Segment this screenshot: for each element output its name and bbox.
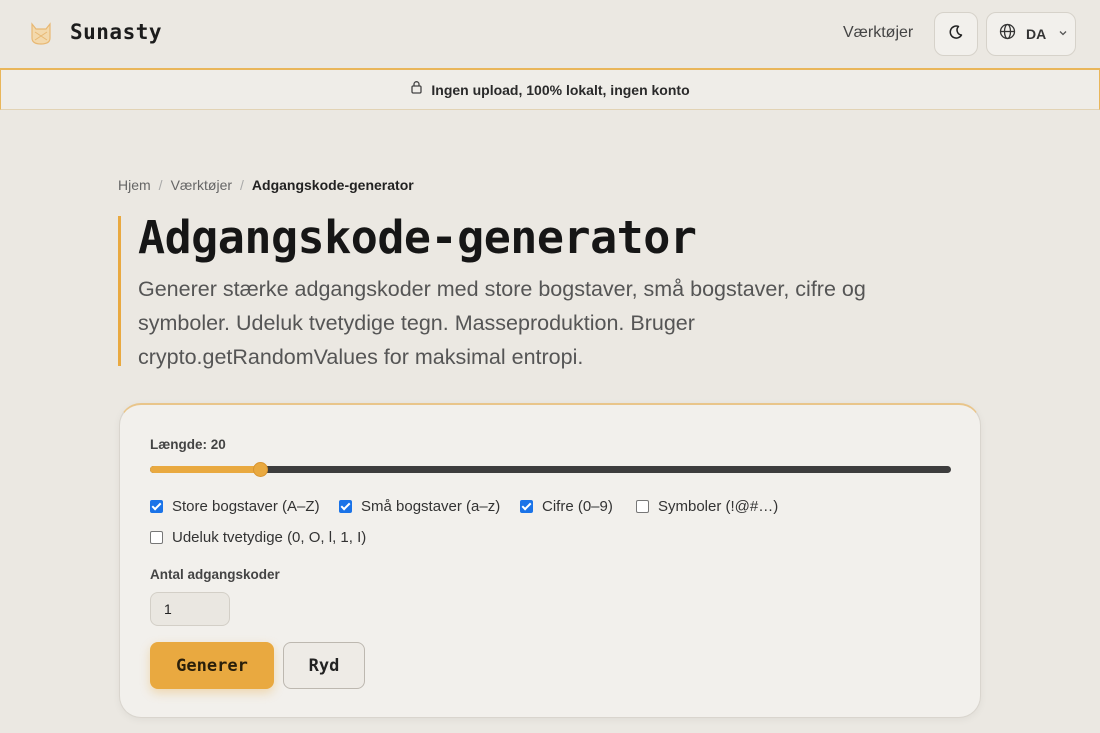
option-lowercase-label: Små bogstaver (a–z) (361, 498, 501, 515)
checkbox-symbols[interactable] (636, 500, 649, 513)
count-label: Antal adgangskoder (150, 567, 280, 582)
moon-icon (948, 24, 964, 45)
breadcrumb-home[interactable]: Hjem (118, 177, 151, 193)
option-uppercase[interactable]: Store bogstaver (A–Z) (150, 498, 320, 515)
brand-name[interactable]: Sunasty (70, 20, 162, 44)
title-block: Adgangskode-generator Generer stærke adg… (118, 211, 918, 369)
chevron-down-icon (1058, 25, 1068, 43)
option-digits[interactable]: Cifre (0–9) (520, 498, 613, 515)
checkbox-lowercase[interactable] (339, 500, 352, 513)
lock-icon (410, 80, 423, 99)
checkbox-exclude-ambiguous[interactable] (150, 531, 163, 544)
option-exclude-ambiguous[interactable]: Udeluk tvetydige (0, O, l, 1, I) (150, 529, 366, 546)
checkbox-digits[interactable] (520, 500, 533, 513)
option-symbols[interactable]: Symboler (!@#…) (636, 498, 778, 515)
option-digits-label: Cifre (0–9) (542, 498, 613, 515)
theme-toggle-button[interactable] (934, 12, 978, 56)
language-code: DA (1026, 26, 1047, 42)
generator-card: Længde: 20 Store bogstaver (A–Z) Små bog… (119, 403, 981, 718)
breadcrumb-separator: / (240, 177, 244, 193)
page-description: Generer stærke adgangskoder med store bo… (138, 277, 866, 369)
privacy-notice-text: Ingen upload, 100% lokalt, ingen konto (431, 81, 690, 98)
nav-tools-link[interactable]: Værktøjer (843, 24, 913, 42)
option-symbols-label: Symboler (!@#…) (658, 498, 779, 515)
page-title: Adgangskode-generator (138, 211, 697, 264)
cat-logo-icon[interactable] (26, 18, 56, 48)
slider-thumb[interactable] (252, 462, 268, 477)
length-label: Længde: 20 (150, 437, 226, 452)
generate-button[interactable]: Generer (150, 642, 274, 689)
count-input[interactable]: 1 (150, 592, 230, 626)
breadcrumb-separator: / (158, 177, 163, 193)
breadcrumb-current: Adgangskode-generator (251, 177, 414, 193)
privacy-notice-bar: Ingen upload, 100% lokalt, ingen konto (0, 68, 1100, 110)
clear-button[interactable]: Ryd (283, 642, 365, 689)
slider-fill (150, 466, 260, 473)
globe-icon (999, 23, 1016, 45)
length-slider[interactable] (150, 466, 951, 473)
top-header: Sunasty Værktøjer DA (0, 0, 1100, 68)
language-select[interactable]: DA (986, 12, 1076, 56)
checkbox-uppercase[interactable] (150, 500, 163, 513)
breadcrumb: Hjem / Værktøjer / Adgangskode-generator (118, 177, 414, 193)
option-lowercase[interactable]: Små bogstaver (a–z) (339, 498, 500, 515)
option-exclude-ambiguous-label: Udeluk tvetydige (0, O, l, 1, I) (172, 529, 367, 546)
breadcrumb-tools[interactable]: Værktøjer (171, 177, 232, 193)
option-uppercase-label: Store bogstaver (A–Z) (172, 498, 320, 515)
